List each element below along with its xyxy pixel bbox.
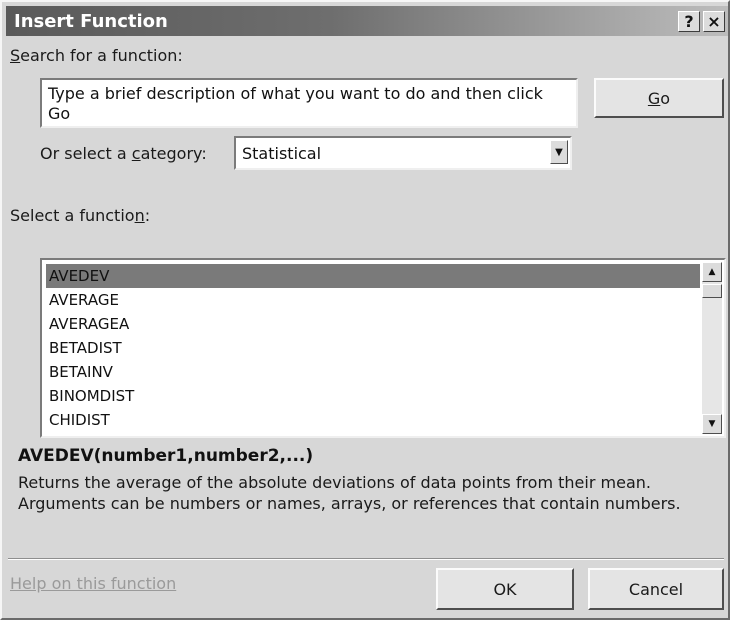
function-list-item[interactable]: BETAINV bbox=[46, 360, 700, 384]
go-button-rest: o bbox=[660, 88, 671, 108]
function-list[interactable]: AVEDEV AVERAGE AVERAGEA BETADIST BETAINV… bbox=[40, 258, 726, 438]
help-button[interactable]: ? bbox=[678, 11, 700, 32]
footer-divider bbox=[8, 558, 724, 560]
insert-function-dialog: Insert Function ? × Search for a functio… bbox=[0, 0, 730, 620]
function-list-item[interactable]: BETADIST bbox=[46, 336, 700, 360]
category-label-prefix: Or select a bbox=[40, 144, 132, 163]
search-input-text: Type a brief description of what you wan… bbox=[48, 84, 543, 123]
category-label: Or select a category: bbox=[40, 144, 207, 163]
function-signature: AVEDEV(number1,number2,...) bbox=[18, 446, 314, 466]
title-bar[interactable]: Insert Function ? × bbox=[6, 6, 728, 36]
scroll-down-icon[interactable]: ▼ bbox=[702, 414, 722, 434]
go-button-mnemonic: G bbox=[647, 88, 661, 108]
go-button[interactable]: Go bbox=[594, 78, 724, 118]
function-list-label-rest: : bbox=[144, 206, 151, 225]
scrollbar-thumb[interactable] bbox=[702, 284, 722, 298]
function-list-item[interactable]: AVERAGE bbox=[46, 288, 700, 312]
search-label: Search for a function: bbox=[10, 46, 183, 65]
search-input[interactable]: Type a brief description of what you wan… bbox=[40, 78, 578, 128]
cancel-button[interactable]: Cancel bbox=[588, 568, 724, 610]
function-list-items: AVEDEV AVERAGE AVERAGEA BETADIST BETAINV… bbox=[46, 264, 700, 432]
function-list-label-prefix: Select a functio bbox=[10, 206, 135, 225]
help-on-function-link[interactable]: Help on this function bbox=[10, 574, 176, 593]
function-list-item[interactable]: CHIDIST bbox=[46, 408, 700, 432]
chevron-down-icon[interactable]: ▼ bbox=[550, 140, 568, 164]
close-button[interactable]: × bbox=[703, 11, 725, 32]
function-description: Returns the average of the absolute devi… bbox=[18, 473, 681, 513]
category-label-mnemonic: c bbox=[131, 144, 141, 163]
dialog-title: Insert Function bbox=[14, 11, 168, 32]
function-list-label: Select a function: bbox=[10, 206, 150, 225]
function-list-item[interactable]: AVERAGEA bbox=[46, 312, 700, 336]
category-label-rest: ategory: bbox=[140, 144, 207, 163]
search-label-rest: earch for a function: bbox=[20, 46, 183, 65]
search-label-mnemonic: S bbox=[10, 46, 21, 65]
function-list-item[interactable]: BINOMDIST bbox=[46, 384, 700, 408]
category-select[interactable]: Statistical ▼ bbox=[234, 136, 572, 170]
ok-button[interactable]: OK bbox=[436, 568, 574, 610]
function-list-scrollbar[interactable]: ▲ ▼ bbox=[702, 262, 722, 434]
function-list-label-mnemonic: n bbox=[134, 206, 145, 225]
category-selected-value: Statistical bbox=[242, 144, 322, 163]
function-list-item[interactable]: AVEDEV bbox=[46, 264, 700, 288]
scroll-up-icon[interactable]: ▲ bbox=[702, 262, 722, 282]
